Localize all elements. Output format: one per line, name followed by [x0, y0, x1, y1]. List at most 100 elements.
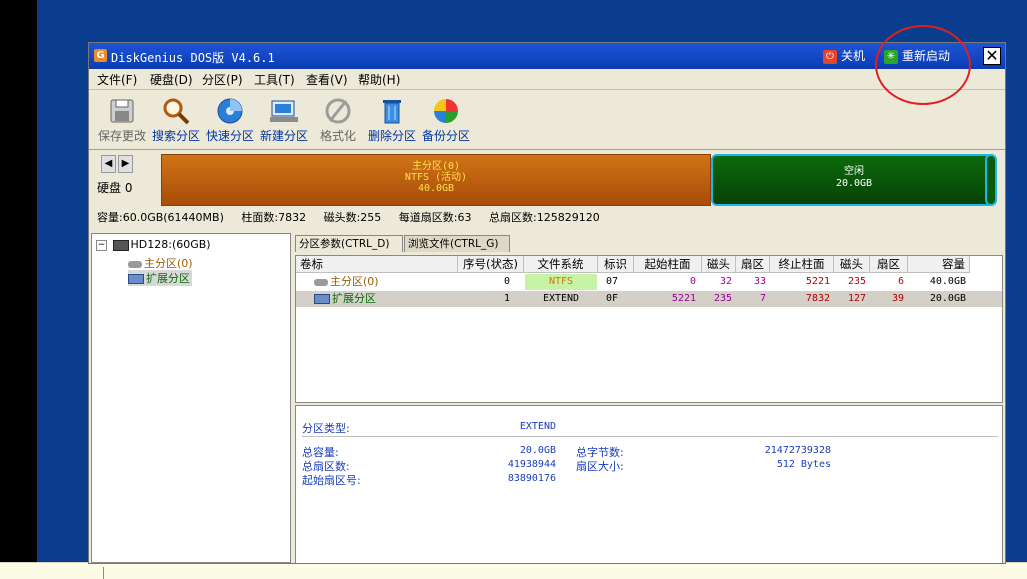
backup-icon — [431, 97, 461, 125]
close-button[interactable]: ✕ — [983, 47, 1001, 65]
tree-primary-node[interactable]: 主分区(0) — [128, 255, 193, 271]
new-partition-button[interactable]: 新建分区 — [257, 97, 311, 144]
primary-segment-fs: NTFS (活动) — [404, 172, 468, 183]
tree-disk-node[interactable]: − HD128:(60GB) — [96, 238, 211, 251]
search-icon — [161, 97, 191, 125]
tree-disk-label: HD128:(60GB) — [130, 238, 211, 251]
row-filesystem: NTFS — [525, 274, 597, 290]
next-disk-button[interactable]: ▶ — [118, 155, 133, 173]
extended-partition-icon — [128, 274, 144, 284]
col-end-cyl: 终止柱面 — [770, 256, 834, 273]
row-start-cyl: 5221 — [671, 293, 696, 304]
divider — [302, 436, 998, 437]
disk-total-sectors: 总扇区数:125829120 — [489, 211, 600, 224]
quick-partition-label: 快速分区 — [205, 129, 254, 143]
row-index: 0 — [503, 276, 510, 287]
tree-extended-label: 扩展分区 — [146, 272, 190, 285]
total-sectors-value: 41938944 — [507, 459, 556, 470]
menu-view[interactable]: 查看(V) — [306, 71, 348, 88]
disk-nav-arrows: ◀ ▶ — [101, 155, 135, 173]
row-end-cyl: 5221 — [805, 276, 830, 287]
table-row[interactable]: 扩展分区 1 EXTEND 0F 5221 235 7 7832 127 39 … — [296, 291, 1002, 307]
disk-map: ◀ ▶ 硬盘 0 主分区(0) NTFS (活动) 40.0GB 空闲 20.0G… — [89, 151, 1005, 209]
row-end-sector: 39 — [891, 293, 904, 304]
menu-help[interactable]: 帮助(H) — [358, 71, 400, 88]
diskgenius-window: G DiskGenius DOS版 V4.6.1 ⏻ 关机 ✳ 重新启动 ✕ 文件(… — [88, 42, 1006, 564]
format-label: 格式化 — [319, 129, 356, 143]
free-segment-size: 20.0GB — [835, 178, 873, 189]
cylinder-cap — [985, 154, 997, 206]
disk-info-line: 容量:60.0GB(61440MB) 柱面数:7832 磁头数:255 每道扇区… — [97, 209, 614, 225]
app-icon: G — [94, 49, 107, 62]
start-sector-label: 起始扇区号: — [302, 474, 361, 487]
row-start-cyl: 0 — [689, 276, 696, 287]
row-volume: 主分区(0) — [314, 274, 458, 290]
partition-properties: 分区类型: EXTEND 总容量: 20.0GB 总字节数: 214727393… — [295, 405, 1003, 563]
new-partition-label: 新建分区 — [259, 129, 308, 143]
annotation-circle — [875, 25, 971, 105]
shutdown-button[interactable]: ⏻ 关机 — [823, 47, 865, 65]
disk-label: 硬盘 0 — [97, 181, 133, 195]
bottom-status-strip — [0, 562, 1027, 579]
backup-partition-button[interactable]: 备份分区 — [419, 97, 473, 144]
partition-details-pane: 分区参数(CTRL_D) 浏览文件(CTRL_G) 卷标 序号(状态) 文件系统… — [295, 233, 1005, 563]
col-start-cyl: 起始柱面 — [634, 256, 702, 273]
save-changes-button[interactable]: 保存更改 — [95, 97, 149, 144]
tab-browse-files[interactable]: 浏览文件(CTRL_G) — [404, 235, 510, 252]
shutdown-label: 关机 — [841, 49, 866, 63]
delete-icon — [377, 97, 407, 125]
primary-segment-name: 主分区(0) — [411, 161, 461, 172]
row-start-sector: 33 — [753, 276, 766, 287]
row-index: 1 — [503, 293, 510, 304]
row-volume-text: 主分区(0) — [330, 275, 379, 288]
partition-icon — [314, 278, 328, 286]
row-filesystem: EXTEND — [542, 293, 580, 304]
col-end-sector: 扇区 — [870, 256, 908, 273]
menu-bar: 文件(F) 硬盘(D) 分区(P) 工具(T) 查看(V) 帮助(H) — [89, 69, 1005, 90]
delete-partition-button[interactable]: 删除分区 — [365, 97, 419, 144]
quick-partition-button[interactable]: 快速分区 — [203, 97, 257, 144]
format-button[interactable]: 格式化 — [311, 97, 365, 144]
search-partition-label: 搜索分区 — [151, 129, 200, 143]
disk-sectors-per-track: 每道扇区数:63 — [398, 211, 472, 224]
table-row[interactable]: 主分区(0) 0 NTFS 07 0 32 33 5221 235 6 40.0… — [296, 274, 1002, 290]
total-bytes-value: 21472739328 — [764, 445, 831, 456]
tab-partition-params[interactable]: 分区参数(CTRL_D) — [295, 235, 403, 252]
row-start-head: 32 — [719, 276, 732, 287]
row-capacity: 20.0GB — [929, 293, 966, 304]
title-bar: G DiskGenius DOS版 V4.6.1 ⏻ 关机 ✳ 重新启动 ✕ — [89, 43, 1005, 69]
quick-partition-icon — [215, 97, 245, 125]
partition-table: 卷标 序号(状态) 文件系统 标识 起始柱面 磁头 扇区 终止柱面 磁头 扇区 … — [295, 255, 1003, 403]
disk-cylinders: 柱面数:7832 — [241, 211, 307, 224]
prev-disk-button[interactable]: ◀ — [101, 155, 116, 173]
row-start-sector: 7 — [759, 293, 766, 304]
menu-disk[interactable]: 硬盘(D) — [150, 71, 193, 88]
tree-extended-node[interactable]: 扩展分区 — [128, 270, 192, 286]
sector-size-value: 512 Bytes — [776, 459, 831, 470]
toolbar: 保存更改 搜索分区 快速分区 新建分区 格式化 删除分区 备份分区 — [89, 91, 1005, 150]
col-index: 序号(状态) — [458, 256, 524, 273]
col-filesystem: 文件系统 — [524, 256, 598, 273]
partition-type-label: 分区类型: — [302, 422, 350, 435]
free-segment-name: 空闲 — [844, 166, 864, 177]
primary-partition-segment[interactable]: 主分区(0) NTFS (活动) 40.0GB — [161, 154, 711, 206]
free-space-segment[interactable]: 空闲 20.0GB — [711, 154, 997, 206]
row-volume: 扩展分区 — [314, 291, 458, 307]
row-end-head: 235 — [847, 276, 866, 287]
sector-size-label: 扇区大小: — [576, 460, 624, 473]
col-capacity: 容量 — [908, 256, 970, 273]
row-start-head: 235 — [713, 293, 732, 304]
row-volume-text: 扩展分区 — [332, 292, 376, 305]
col-start-head: 磁头 — [702, 256, 736, 273]
col-volume: 卷标 — [296, 256, 458, 273]
tree-primary-label: 主分区(0) — [144, 257, 193, 270]
menu-tools[interactable]: 工具(T) — [254, 71, 295, 88]
menu-file[interactable]: 文件(F) — [97, 71, 137, 88]
menu-partition[interactable]: 分区(P) — [202, 71, 243, 88]
delete-partition-label: 删除分区 — [367, 129, 416, 143]
collapse-icon[interactable]: − — [96, 239, 107, 251]
row-end-cyl: 7832 — [805, 293, 830, 304]
row-id: 0F — [606, 293, 619, 304]
harddisk-icon — [112, 239, 129, 251]
search-partition-button[interactable]: 搜索分区 — [149, 97, 203, 144]
